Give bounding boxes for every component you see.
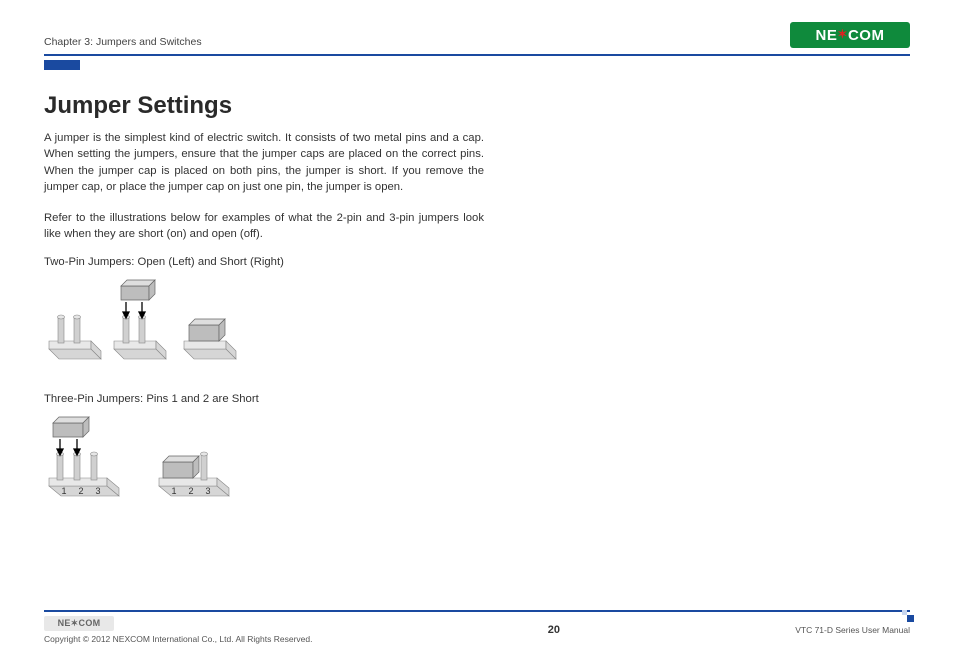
- footer-decor-icon: [902, 610, 914, 622]
- body-paragraph-1: A jumper is the simplest kind of electri…: [44, 130, 484, 196]
- pin-label-3: 3: [95, 486, 100, 496]
- page-number: 20: [548, 624, 560, 636]
- company-logo: NE✶COM: [790, 22, 910, 48]
- header-accent-bar: [44, 60, 80, 70]
- caption-two-pin: Two-Pin Jumpers: Open (Left) and Short (…: [44, 256, 484, 268]
- logo-part-left: NE: [816, 27, 838, 44]
- caption-three-pin: Three-Pin Jumpers: Pins 1 and 2 are Shor…: [44, 393, 484, 405]
- pin-label-1: 1: [61, 486, 66, 496]
- page-header: Chapter 3: Jumpers and Switches NE✶COM: [44, 22, 910, 56]
- body-paragraph-2: Refer to the illustrations below for exa…: [44, 210, 484, 243]
- logo-part-right: COM: [848, 27, 885, 44]
- illustration-two-pin-jumpers: [44, 274, 484, 379]
- illustration-three-pin-jumpers: 1 2 3: [44, 411, 484, 516]
- chapter-title: Chapter 3: Jumpers and Switches: [44, 36, 202, 48]
- footer-company-logo: NE✶COM: [44, 616, 114, 631]
- page-footer: NE✶COM Copyright © 2012 NEXCOM Internati…: [44, 610, 910, 644]
- pin-label-3b: 3: [205, 486, 210, 496]
- pin-label-2b: 2: [188, 486, 193, 496]
- pin-label-1b: 1: [171, 486, 176, 496]
- pin-label-2: 2: [78, 486, 83, 496]
- page-content: Jumper Settings A jumper is the simplest…: [44, 92, 910, 610]
- page-title: Jumper Settings: [44, 92, 484, 120]
- copyright-text: Copyright © 2012 NEXCOM International Co…: [44, 634, 312, 644]
- logo-star-icon: ✶: [837, 27, 848, 41]
- manual-name: VTC 71-D Series User Manual: [795, 625, 910, 635]
